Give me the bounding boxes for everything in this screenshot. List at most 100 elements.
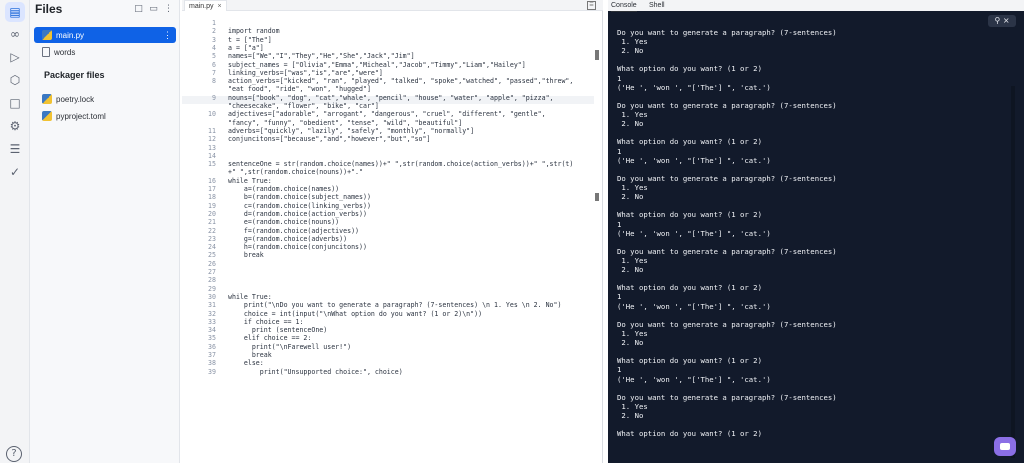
editor-tab-bar: main.py × ☰ <box>182 0 603 11</box>
code-line[interactable]: sentenceOne = str(random.choice(names))+… <box>228 160 573 168</box>
console-panel[interactable]: Console Shell ⚲ × Do you want to generat… <box>608 0 1024 463</box>
code-line[interactable]: "eat food", "ride", "won", "hugged"] <box>228 85 371 93</box>
code-line[interactable]: while True: <box>228 177 272 185</box>
line-number: 16 <box>208 176 216 185</box>
code-line[interactable]: linking_verbs=["was","is","are","were"] <box>228 69 383 77</box>
console-line: 1. Yes <box>617 401 648 411</box>
line-number: 3 <box>212 35 216 44</box>
console-line: 2. No <box>617 338 644 348</box>
code-line[interactable]: e=(random.choice(nouns)) <box>228 218 339 226</box>
code-line[interactable]: import random <box>228 27 280 35</box>
code-line[interactable]: if choice == 1: <box>228 318 304 326</box>
file-item-main-py[interactable]: main.py ⋮ <box>34 27 176 43</box>
console-line: 2. No <box>617 46 644 56</box>
code-line[interactable]: f=(random.choice(adjectives)) <box>228 227 359 235</box>
lock-icon[interactable]: □ <box>5 93 25 113</box>
file-item-label: main.py <box>56 30 85 40</box>
more-icon[interactable]: ⋮ <box>163 4 174 15</box>
code-line[interactable]: "fancy", "funny", "obedient", "tense", "… <box>228 119 462 127</box>
tab-console[interactable]: Console <box>611 0 637 12</box>
close-icon[interactable]: × <box>218 3 222 10</box>
run-icon[interactable]: ▷ <box>5 47 25 67</box>
line-number: 18 <box>208 193 216 202</box>
check-icon[interactable]: ✓ <box>5 162 25 182</box>
console-line: 1 <box>617 73 622 83</box>
help-icon[interactable]: ? <box>6 446 22 462</box>
tab-main-py[interactable]: main.py × <box>184 0 227 11</box>
code-editor[interactable]: main.py × ☰ 1 2 import random 3 t = ["The"] 4 a… <box>182 0 603 463</box>
code-line[interactable]: g=(random.choice(adverbs)) <box>228 235 347 243</box>
file-options-icon[interactable]: ⋮ <box>163 30 172 41</box>
database-icon[interactable]: ☰ <box>5 139 25 159</box>
code-line[interactable]: c=(random.choice(linking_verbs)) <box>228 202 371 210</box>
code-line[interactable]: names=["We","I","They","He","She","Jack"… <box>228 52 415 60</box>
line-number: 9 <box>212 93 216 102</box>
code-line[interactable]: choice = int(input("\nWhat option do you… <box>228 310 482 318</box>
packager-files-title: Packager files <box>44 70 105 80</box>
code-line[interactable]: a=(random.choice(names)) <box>228 185 339 193</box>
line-number: 5 <box>212 52 216 61</box>
line-number: 39 <box>208 367 216 376</box>
search-icon[interactable]: ⚲ <box>994 16 1000 25</box>
file-item-poetry-lock[interactable]: poetry.lock <box>34 91 176 107</box>
code-line[interactable]: +" ",str(random.choice(nouns))+"." <box>228 168 363 176</box>
code-line[interactable]: t = ["The"] <box>228 36 272 44</box>
code-line[interactable]: adverbs=["quickly", "lazily", "safely", … <box>228 127 474 135</box>
chat-button[interactable] <box>994 437 1016 456</box>
code-line[interactable]: break <box>228 251 264 259</box>
close-icon[interactable]: × <box>1003 16 1010 25</box>
line-number: 21 <box>208 218 216 227</box>
tab-shell[interactable]: Shell <box>649 0 665 11</box>
code-line[interactable]: a = ["a"] <box>228 44 264 52</box>
line-number: 17 <box>208 185 216 193</box>
file-item-pyproject-toml[interactable]: pyproject.toml <box>34 108 176 124</box>
console-line: What option do you want? (1 or 2) <box>617 356 762 366</box>
line-number: 26 <box>208 259 216 268</box>
code-line[interactable]: print("\nDo you want to generate a parag… <box>228 301 562 309</box>
line-number: 37 <box>208 351 216 359</box>
line-number: 14 <box>208 151 216 160</box>
tab-label: main.py <box>189 3 214 10</box>
line-number: 8 <box>212 77 216 86</box>
new-folder-icon[interactable]: ▭ <box>148 4 159 15</box>
panel-menu-icon[interactable]: ☰ <box>587 1 596 10</box>
python-icon <box>42 111 52 121</box>
line-number: 11 <box>208 126 216 135</box>
new-file-icon[interactable]: □ <box>133 4 144 15</box>
file-item-label: poetry.lock <box>56 94 95 104</box>
gear-icon[interactable]: ⚙ <box>5 116 25 136</box>
console-line: 2. No <box>617 119 644 129</box>
code-line[interactable]: while True: <box>228 293 272 301</box>
code-line[interactable]: break <box>228 351 272 359</box>
code-line[interactable]: print("\nFarewell user!") <box>228 343 351 351</box>
console-line: 2. No <box>617 192 644 202</box>
line-number: 1 <box>212 19 216 27</box>
line-number: 30 <box>208 292 216 301</box>
code-line[interactable]: elif choice == 2: <box>228 334 312 342</box>
editor-scrollbar[interactable] <box>595 50 599 60</box>
console-line: Do you want to generate a paragraph? (7-… <box>617 28 837 37</box>
line-number: 19 <box>208 201 216 210</box>
code-line[interactable]: else: <box>228 359 264 367</box>
line-number: 29 <box>208 284 216 293</box>
line-number: 28 <box>208 276 216 285</box>
code-line[interactable]: print (sentenceOne) <box>228 326 327 334</box>
code-line[interactable]: b=(random.choice(subject_names)) <box>228 193 371 201</box>
files-icon[interactable]: ▤ <box>5 2 25 22</box>
code-line[interactable]: print("Unsupported choice:", choice) <box>228 368 403 376</box>
code-line[interactable]: adjectives=["adorable", "arrogant", "dan… <box>228 110 546 118</box>
code-line[interactable]: subject_names = ["Olivia","Emma","Michea… <box>228 61 526 69</box>
console-scrollbar[interactable] <box>1011 86 1015 458</box>
code-line[interactable]: h=(random.choice(conjuncitons)) <box>228 243 367 251</box>
share-icon[interactable]: ∞ <box>5 24 25 44</box>
code-line[interactable]: "cheesecake", "flower", "bike", "car"] <box>228 102 379 110</box>
file-item-words[interactable]: words <box>34 44 176 60</box>
console-line: 1. Yes <box>617 183 648 193</box>
line-number: 25 <box>208 251 216 260</box>
code-line[interactable]: d=(random.choice(action_verbs)) <box>228 210 367 218</box>
code-line[interactable]: action_verbs=["kicked", "ran", "played",… <box>228 77 573 85</box>
code-line[interactable]: conjuncitons=["because","and","however",… <box>228 135 430 143</box>
line-number: 20 <box>208 209 216 218</box>
code-line[interactable]: nouns=["book", "dog", "cat","whale", "pe… <box>228 94 554 102</box>
packages-icon[interactable]: ⬡ <box>5 70 25 90</box>
